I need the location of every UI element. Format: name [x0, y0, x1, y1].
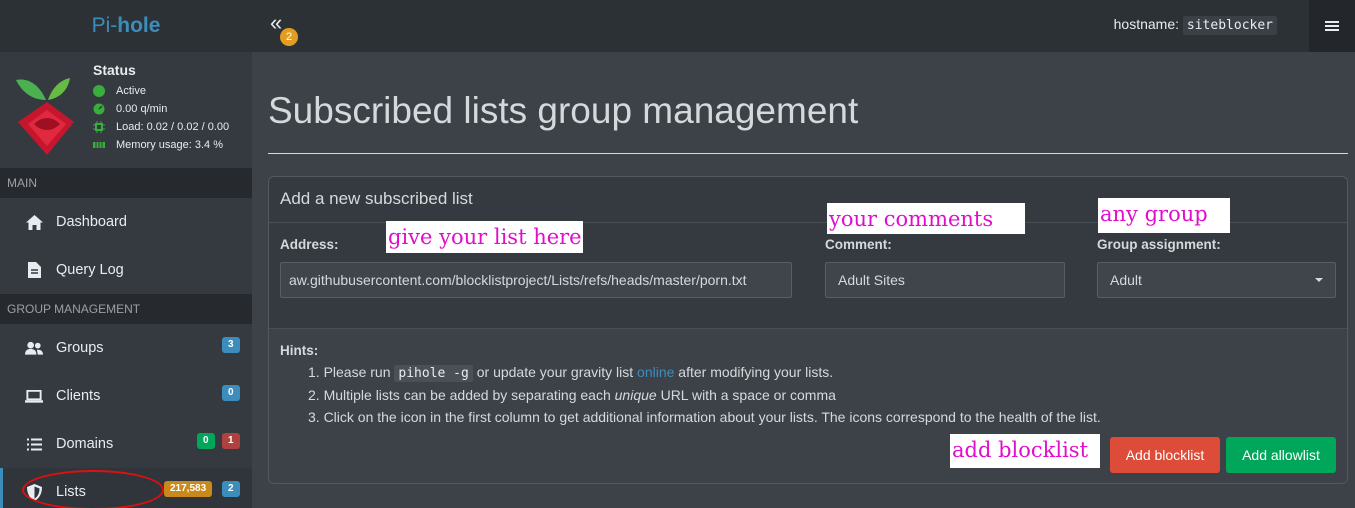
main-content: Subscribed lists group management Add a …: [252, 52, 1355, 508]
comment-input[interactable]: Adult Sites: [825, 262, 1065, 298]
box-footer: Hints: 1. Please run pihole -g or update…: [269, 328, 1347, 483]
sidebar-item-label: Lists: [56, 484, 86, 500]
laptop-icon: [25, 387, 43, 405]
hint-1-middle: or update your gravity list: [476, 364, 634, 380]
sidebar-item-label: Clients: [56, 388, 101, 404]
sidebar-item-label: Groups: [56, 340, 104, 356]
comment-label: Comment:: [825, 237, 892, 252]
hint-1: 1. Please run pihole -g or update your g…: [308, 364, 834, 382]
page-title: Subscribed lists group management: [268, 90, 859, 131]
annotation-group: any group: [1098, 198, 1230, 233]
sidebar-item-query-log[interactable]: Query Log: [0, 246, 252, 294]
group-assignment-select[interactable]: Adult: [1097, 262, 1336, 298]
hostname-display: hostname: siteblocker: [1113, 16, 1277, 35]
lists-domains-badge: 217,583: [164, 481, 213, 497]
sidebar-item-clients[interactable]: Clients 0: [0, 372, 252, 420]
clients-count-badge: 0: [222, 385, 240, 401]
hint-1-end: after modifying your lists.: [678, 364, 834, 380]
memory-icon: [93, 142, 105, 148]
status-dot-icon: [93, 85, 105, 97]
section-header-group-management: GROUP MANAGEMENT: [0, 294, 252, 324]
hint-3: 3. Click on the icon in the first column…: [308, 409, 1101, 425]
status-active-text: Active: [116, 85, 146, 97]
sidebar-item-label: Query Log: [56, 262, 124, 278]
list-icon: [25, 435, 43, 453]
sidebar-item-groups[interactable]: Groups 3: [0, 324, 252, 372]
menu-toggle-button[interactable]: [1309, 0, 1355, 52]
hint-2-emphasis: unique: [614, 387, 657, 403]
pihole-logo-icon: [16, 78, 74, 155]
cpu-icon: [93, 121, 105, 133]
status-title: Status: [93, 62, 136, 78]
collapse-sidebar-icon[interactable]: «: [270, 12, 282, 34]
sidebar-item-label: Dashboard: [56, 214, 127, 230]
chevron-down-icon: [1315, 278, 1323, 282]
home-icon: [25, 213, 43, 231]
brand-name: hole: [117, 14, 161, 37]
status-memory-text: Memory usage: 3.4 %: [116, 139, 223, 151]
annotation-blocklist: add blocklist: [950, 434, 1100, 468]
hostname-label: hostname:: [1113, 16, 1180, 32]
status-block: Status Active 0.00 q/min Load: 0.02 / 0.…: [93, 62, 229, 154]
hostname-value: siteblocker: [1182, 16, 1277, 35]
hint-2: 2. Multiple lists can be added by separa…: [308, 387, 836, 403]
shield-icon: [25, 483, 43, 501]
status-row-load: Load: 0.02 / 0.02 / 0.00: [93, 118, 229, 136]
annotation-address: give your list here: [386, 221, 583, 253]
status-row-memory: Memory usage: 3.4 %: [93, 136, 229, 154]
groups-count-badge: 3: [222, 337, 240, 353]
notification-badge[interactable]: 2: [280, 28, 298, 46]
brand-prefix: Pi-: [91, 14, 118, 37]
lists-count-badge: 2: [222, 481, 240, 497]
title-divider: [268, 153, 1348, 154]
hints-title: Hints:: [280, 343, 319, 358]
group-assignment-value: Adult: [1110, 272, 1142, 288]
top-navbar: « 2 hostname: siteblocker: [252, 0, 1355, 52]
address-label: Address:: [280, 237, 339, 252]
hamburger-icon: [1325, 19, 1339, 33]
status-load-text: Load: 0.02 / 0.02 / 0.00: [116, 121, 230, 133]
status-row-active: Active: [93, 82, 229, 100]
add-allowlist-button[interactable]: Add allowlist: [1226, 437, 1336, 473]
online-link[interactable]: online: [637, 364, 674, 380]
file-icon: [25, 261, 43, 279]
hint-2-text: 2. Multiple lists can be added by separa…: [308, 387, 611, 403]
annotation-comment: your comments: [827, 203, 1025, 234]
hint-2-end: URL with a space or comma: [660, 387, 836, 403]
status-row-queries: 0.00 q/min: [93, 100, 229, 118]
sidebar-item-lists[interactable]: Lists 217,583 2: [0, 468, 252, 508]
sidebar-item-domains[interactable]: Domains 0 1: [0, 420, 252, 468]
domains-allow-badge: 0: [197, 433, 215, 449]
sidebar-item-dashboard[interactable]: Dashboard: [0, 198, 252, 246]
section-header-main: MAIN: [0, 168, 252, 198]
sidebar: Pi-hole Status Active 0.00 q/min Load: 0…: [0, 0, 252, 508]
sidebar-item-label: Domains: [56, 436, 114, 452]
group-assignment-label: Group assignment:: [1097, 237, 1221, 252]
brand-logo-text[interactable]: Pi-hole: [0, 0, 252, 52]
users-icon: [25, 339, 43, 357]
status-queries-text: 0.00 q/min: [116, 103, 168, 115]
domains-deny-badge: 1: [222, 433, 240, 449]
hint-1-text: 1. Please run: [308, 364, 391, 380]
address-input[interactable]: aw.githubusercontent.com/blocklistprojec…: [280, 262, 792, 298]
gauge-icon: [93, 103, 105, 115]
pihole-command-code: pihole -g: [394, 365, 473, 382]
box-title: Add a new subscribed list: [280, 189, 473, 208]
add-blocklist-button[interactable]: Add blocklist: [1110, 437, 1220, 473]
status-panel: Status Active 0.00 q/min Load: 0.02 / 0.…: [0, 52, 252, 168]
